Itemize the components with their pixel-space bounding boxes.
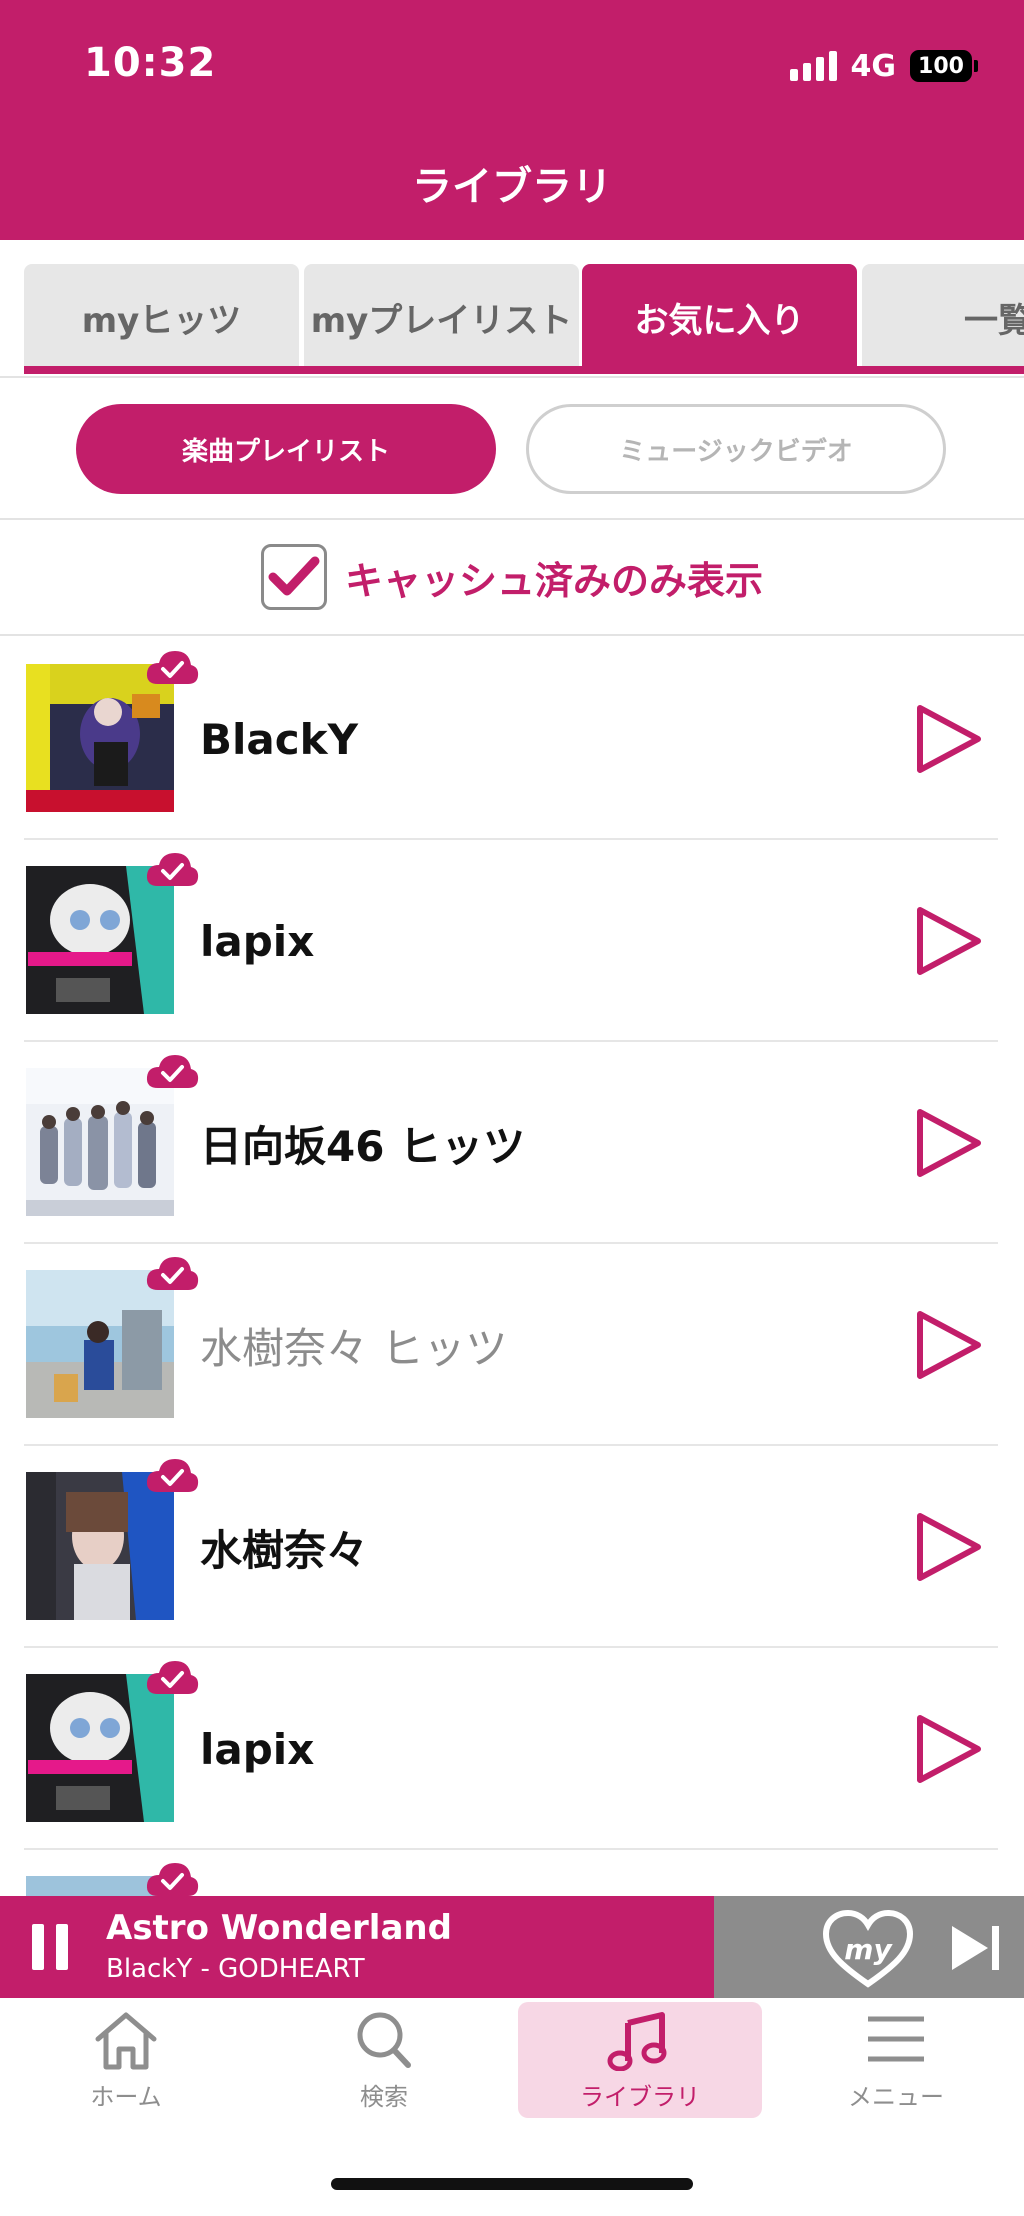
nav-library-label: ライブラリ	[580, 2082, 700, 2111]
play-icon[interactable]	[902, 1704, 992, 1794]
list-item[interactable]: 日向坂46 ヒッツ	[24, 1042, 998, 1244]
nav-search[interactable]: 検索	[262, 2002, 506, 2118]
list-item[interactable]: lapix	[24, 1648, 998, 1850]
status-time: 10:32	[84, 40, 217, 86]
nav-library[interactable]: ライブラリ	[518, 2002, 762, 2118]
list-item[interactable]: 水樹奈々	[24, 1446, 998, 1648]
nav-menu[interactable]: メニュー	[774, 2002, 1018, 2118]
cached-cloud-icon	[146, 651, 199, 684]
music-video-button[interactable]: ミュージックビデオ	[526, 404, 946, 494]
library-tabs: myヒッツ myプレイリスト お気に入り 一覧	[0, 240, 1024, 378]
cache-filter-checkbox[interactable]	[260, 544, 327, 610]
play-icon[interactable]	[902, 1098, 992, 1188]
list-item[interactable]: lapix	[24, 840, 998, 1042]
list-item[interactable]	[24, 1850, 998, 1896]
play-icon[interactable]	[902, 1502, 992, 1592]
tab-my-hits[interactable]: myヒッツ	[24, 264, 299, 370]
list-item[interactable]: 水樹奈々 ヒッツ	[24, 1244, 998, 1446]
cached-cloud-icon	[146, 1257, 199, 1290]
tab-list[interactable]: 一覧	[862, 264, 1024, 370]
checkmark-icon	[268, 556, 320, 596]
list-item[interactable]: BlackY	[24, 638, 998, 840]
cache-filter-label: キャッシュ済みのみ表示	[344, 558, 763, 603]
play-icon[interactable]	[902, 694, 992, 784]
cached-cloud-icon	[146, 1661, 199, 1694]
playlist-title: lapix	[200, 916, 315, 966]
nav-search-label: 検索	[360, 2082, 408, 2111]
cached-cloud-icon	[146, 853, 199, 886]
battery-level: 100	[910, 50, 972, 82]
player-controls: my	[714, 1896, 1024, 1998]
song-playlist-button[interactable]: 楽曲プレイリスト	[76, 404, 496, 494]
now-playing-info[interactable]: Astro Wonderland BlackY - GODHEART	[0, 1896, 714, 1998]
cached-cloud-icon	[146, 1863, 199, 1896]
nav-menu-label: メニュー	[848, 2082, 944, 2111]
play-icon[interactable]	[902, 896, 992, 986]
status-indicators: 4G 100	[789, 46, 978, 86]
track-title: Astro Wonderland	[106, 1908, 452, 1948]
pause-icon[interactable]	[32, 1924, 68, 1970]
cached-cloud-icon	[146, 1055, 199, 1088]
cache-filter[interactable]: キャッシュ済みのみ表示	[0, 520, 1024, 636]
nav-home-label: ホーム	[90, 2082, 162, 2111]
network-type: 4G	[850, 48, 897, 84]
home-indicator	[331, 2178, 693, 2190]
heart-label: my	[844, 1933, 892, 1966]
mini-player[interactable]: Astro Wonderland BlackY - GODHEART my	[0, 1896, 1024, 1998]
cached-cloud-icon	[146, 1459, 199, 1492]
signal-icon	[789, 51, 837, 81]
tab-my-playlist[interactable]: myプレイリスト	[304, 264, 579, 370]
my-heart-button[interactable]: my	[822, 1909, 914, 1988]
menu-icon	[868, 2016, 924, 2061]
page-title: ライブラリ	[412, 164, 612, 210]
search-icon	[357, 2012, 411, 2068]
nav-home[interactable]: ホーム	[4, 2002, 248, 2118]
playlist-title: 日向坂46 ヒッツ	[200, 1121, 526, 1171]
tab-favorites[interactable]: お気に入り	[582, 264, 857, 370]
track-artist: BlackY - GODHEART	[106, 1954, 365, 1984]
battery-icon: 100	[910, 50, 978, 82]
playlist-title: BlackY	[200, 714, 358, 764]
home-icon	[95, 2012, 157, 2069]
playlist-title: 水樹奈々 ヒッツ	[200, 1323, 508, 1373]
app-header: 10:32 4G 100 ライブラリ	[0, 0, 1024, 240]
skip-next-icon[interactable]	[948, 1922, 1004, 1974]
playlist-title: lapix	[200, 1724, 315, 1774]
play-icon[interactable]	[902, 1300, 992, 1390]
playlist-title: 水樹奈々	[200, 1525, 369, 1575]
tab-underline	[24, 366, 1024, 374]
music-note-icon	[607, 2011, 667, 2071]
favorite-playlist-list: BlackY lapix 日向坂46 ヒッツ 水樹奈々 ヒッツ 水樹奈々 lap…	[0, 638, 1024, 1896]
content-type-segment: 楽曲プレイリスト ミュージックビデオ	[0, 380, 1024, 520]
